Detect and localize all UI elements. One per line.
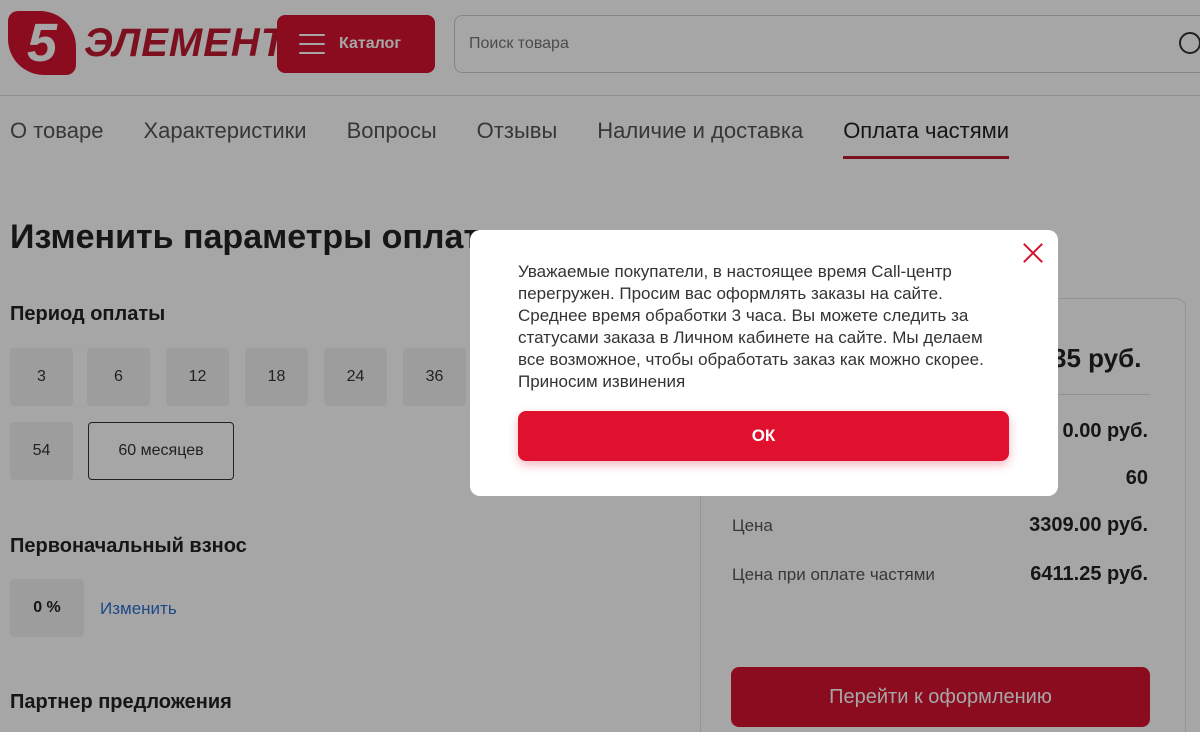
modal-message: Уважаемые покупатели, в настоящее время … xyxy=(518,262,984,391)
notice-modal: Уважаемые покупатели, в настоящее время … xyxy=(470,230,1058,496)
ok-button[interactable]: ОК xyxy=(518,411,1009,461)
close-icon[interactable] xyxy=(1022,242,1044,264)
